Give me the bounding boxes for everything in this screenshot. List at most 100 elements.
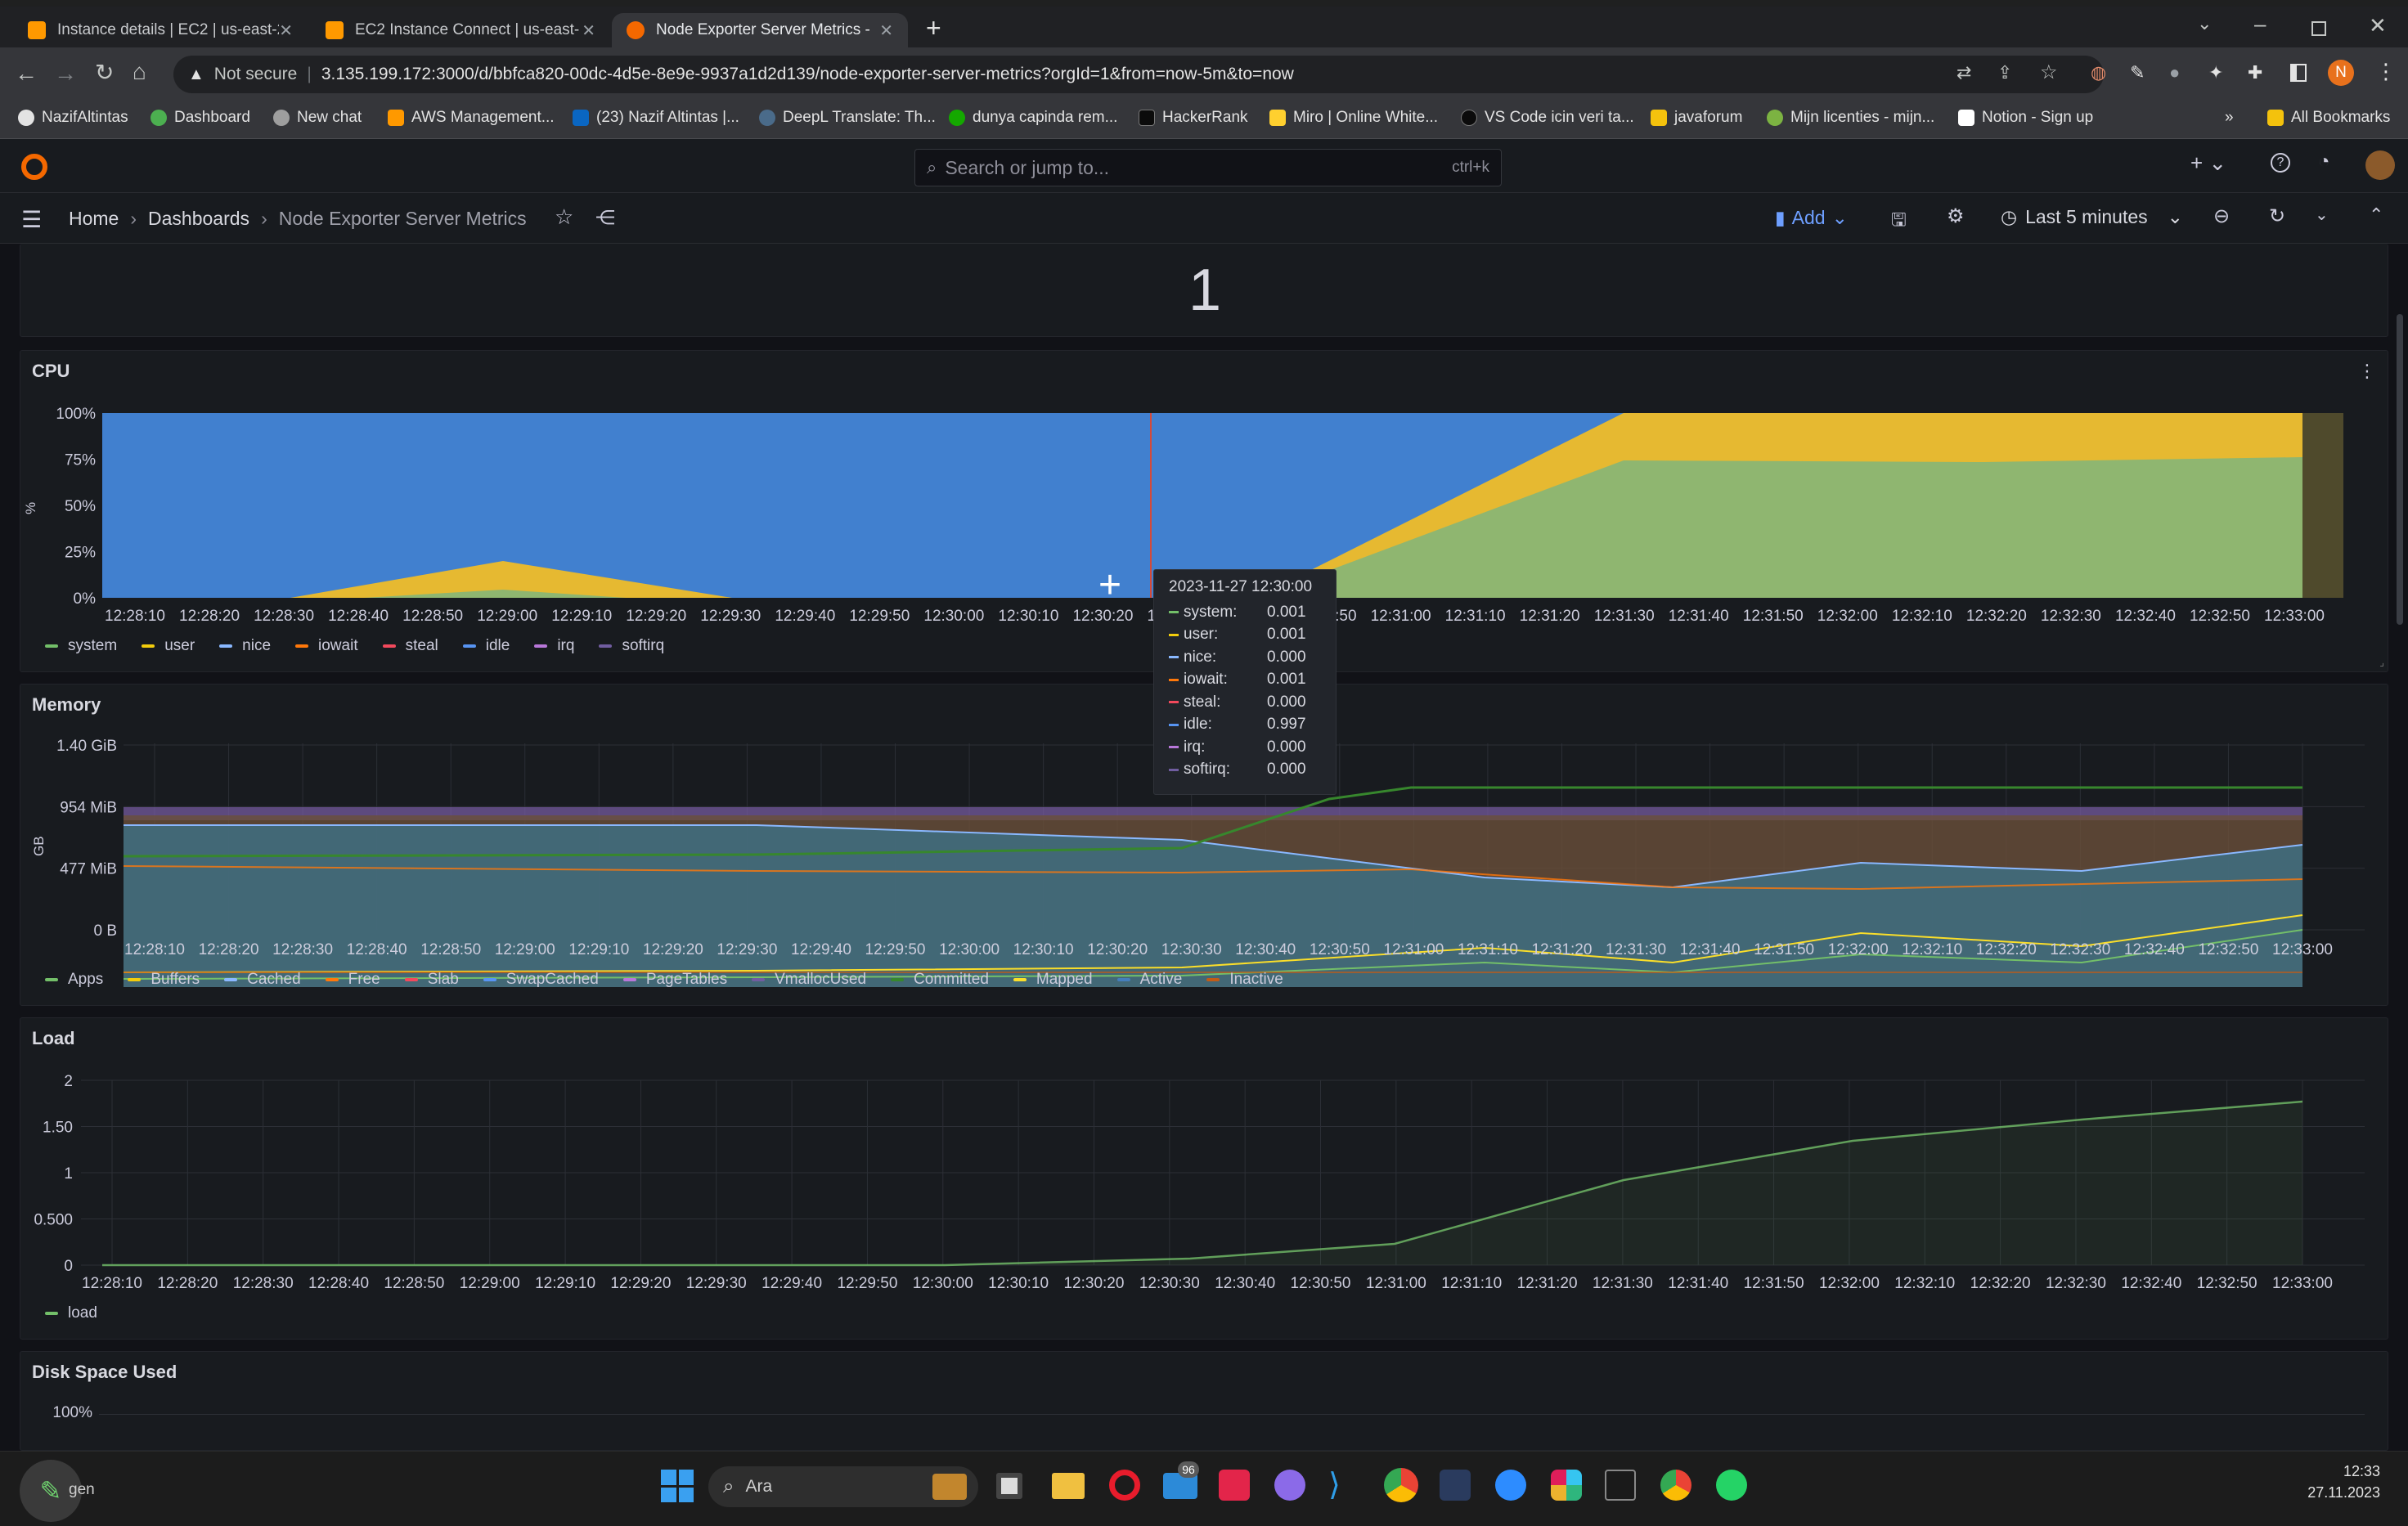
legend-item-load[interactable]: load [45, 1304, 97, 1322]
share-icon[interactable]: ⇪ [1997, 62, 2012, 83]
legend-item-nice[interactable]: nice [219, 637, 271, 655]
browser-tab-ec2-connect[interactable]: EC2 Instance Connect | us-east- ✕ [311, 13, 610, 47]
resize-handle[interactable]: ⌟ [2379, 657, 2384, 668]
task-view-icon[interactable] [996, 1473, 1022, 1499]
bookmark-item[interactable]: VS Code icin veri ta... [1461, 109, 1634, 127]
breadcrumb-dashboards[interactable]: Dashboards [148, 208, 249, 230]
browser-menu-icon[interactable]: ⋮ [2375, 59, 2397, 84]
chrome-profile-icon[interactable] [1660, 1470, 1691, 1501]
legend-item-system[interactable]: system [45, 637, 117, 655]
zoom-out-icon[interactable]: ⊖ [2213, 204, 2230, 228]
add-button[interactable]: ▮ Add ⌄ [1775, 207, 1848, 229]
reload-icon[interactable]: ↻ [95, 59, 114, 86]
bookmark-item[interactable]: javaforum [1651, 109, 1742, 127]
clock-time[interactable]: 12:33 [2274, 1463, 2380, 1480]
legend-item-iowait[interactable]: iowait [295, 637, 358, 655]
legend-item-idle[interactable]: idle [462, 637, 510, 655]
search-input[interactable]: ⌕ Search or jump to... ctrl+k [914, 149, 1502, 186]
legend-item-apps[interactable]: Apps [45, 971, 103, 989]
profile-avatar[interactable]: N [2328, 60, 2354, 86]
forward-icon[interactable]: → [54, 61, 77, 87]
eyedropper-icon[interactable]: ✎ [2130, 62, 2145, 83]
refresh-interval-chevron-icon[interactable]: ⌄ [2315, 204, 2329, 225]
bookmark-item[interactable]: DeepL Translate: Th... [759, 109, 936, 127]
slack-icon[interactable] [1551, 1470, 1582, 1501]
breadcrumb-home[interactable]: Home [69, 208, 119, 230]
vscode-icon[interactable]: ⟩ [1328, 1470, 1359, 1501]
add-new-icon[interactable]: + ⌄ [2190, 150, 2226, 176]
legend-item-pagetables[interactable]: PageTables [622, 971, 727, 989]
back-icon[interactable]: ← [15, 61, 38, 87]
close-tab-icon[interactable]: ✕ [879, 20, 893, 41]
legend-item-mapped[interactable]: Mapped [1013, 971, 1093, 989]
legend-item-committed[interactable]: Committed [891, 971, 989, 989]
windows-start-icon[interactable] [661, 1470, 694, 1502]
load-chart[interactable]: 21.5010.5000 12:28:10 12:28:20 12:28:30 12:… [20, 1018, 2389, 1340]
bookmark-item[interactable]: New chat [273, 109, 362, 127]
taskbar-search[interactable]: ⌕ Ara [708, 1466, 978, 1507]
disk-panel[interactable]: Disk Space Used 100% [20, 1351, 2388, 1451]
minimize-icon[interactable]: – [2254, 11, 2266, 37]
bookmark-item[interactable]: HackerRank [1139, 109, 1248, 127]
legend-item-steal[interactable]: steal [382, 637, 438, 655]
bookmark-item[interactable]: Dashboard [150, 109, 250, 127]
all-bookmarks[interactable]: All Bookmarks [2267, 109, 2390, 127]
news-feed-icon[interactable]: ◔ [2318, 150, 2330, 173]
browser-tab-grafana[interactable]: Node Exporter Server Metrics - ✕ [612, 13, 908, 47]
more-bookmarks-icon[interactable]: » [2225, 109, 2234, 127]
legend-item-irq[interactable]: irq [534, 637, 574, 655]
copilot-icon[interactable] [1274, 1470, 1305, 1501]
grafana-logo-icon[interactable] [21, 154, 47, 180]
legend-item-active[interactable]: Active [1116, 971, 1182, 989]
save-icon[interactable]: 🖫 [1891, 206, 1907, 237]
bookmark-item[interactable]: Miro | Online White... [1269, 109, 1438, 127]
help-icon[interactable]: ? [2271, 153, 2290, 173]
collapse-chevron-up-icon[interactable]: ⌃ [2369, 204, 2383, 226]
zoom-icon[interactable] [1495, 1470, 1526, 1501]
refresh-icon[interactable]: ↻ [2269, 204, 2285, 228]
legend-item-buffers[interactable]: Buffers [128, 971, 200, 989]
legend-item-slab[interactable]: Slab [404, 971, 459, 989]
favorite-star-icon[interactable]: ☆ [555, 204, 573, 230]
legend-item-user[interactable]: user [142, 637, 195, 655]
menu-icon[interactable]: ☰ [21, 206, 42, 233]
bookmark-item[interactable]: Mijn licenties - mijn... [1767, 109, 1934, 127]
intellij-icon[interactable] [1219, 1470, 1250, 1501]
puzzle-icon[interactable]: ✚ [2248, 62, 2262, 83]
close-window-icon[interactable]: ✕ [2369, 13, 2387, 38]
restore-icon[interactable] [2311, 21, 2326, 36]
stat-panel[interactable]: 1 [20, 244, 2388, 337]
bookmark-item[interactable]: (23) Nazif Altintas |... [573, 109, 739, 127]
legend-item-free[interactable]: Free [325, 971, 380, 989]
datagrip-icon[interactable] [1605, 1470, 1636, 1501]
extension-icon[interactable]: ✦ [2208, 62, 2223, 83]
chrome-icon[interactable] [1384, 1468, 1418, 1502]
page-scrollbar[interactable] [2397, 314, 2403, 625]
home-icon[interactable]: ⌂ [133, 59, 146, 85]
opera-icon[interactable] [1109, 1470, 1140, 1501]
browser-tab-ec2-instance[interactable]: Instance details | EC2 | us-east-2 ✕ [13, 13, 308, 47]
extension-icon[interactable]: ◍ [2091, 62, 2106, 83]
bookmark-item[interactable]: dunya capinda rem... [949, 109, 1117, 127]
url-bar[interactable]: ▲ Not secure | 3.135.199.172:3000/d/bbfc… [173, 56, 2104, 93]
whatsapp-icon[interactable] [1716, 1470, 1747, 1501]
clock-date[interactable]: 27.11.2023 [2274, 1484, 2380, 1501]
settings-gear-icon[interactable]: ⚙ [1947, 204, 1965, 228]
bookmark-star-icon[interactable]: ☆ [2040, 61, 2058, 84]
translate-icon[interactable]: ⇄ [1956, 62, 1971, 83]
sidepanel-icon[interactable] [2290, 64, 2307, 82]
close-tab-icon[interactable]: ✕ [582, 20, 595, 41]
new-tab-icon[interactable]: + [926, 13, 941, 43]
terminal-icon[interactable] [1440, 1470, 1471, 1501]
bookmark-item[interactable]: Notion - Sign up [1958, 109, 2093, 127]
tab-search-chevron-icon[interactable]: ⌄ [2197, 13, 2212, 34]
bookmark-item[interactable]: NazifAltintas [18, 109, 128, 127]
extension-icon[interactable]: ● [2169, 62, 2180, 83]
share-icon[interactable]: ⋲ [595, 206, 615, 230]
time-range-picker[interactable]: ◷ Last 5 minutes ⌄ [2001, 206, 2183, 228]
bookmark-item[interactable]: AWS Management... [388, 109, 555, 127]
legend-item-cached[interactable]: Cached [224, 971, 301, 989]
legend-item-swapcached[interactable]: SwapCached [483, 971, 599, 989]
user-avatar[interactable] [2365, 150, 2395, 180]
close-tab-icon[interactable]: ✕ [279, 20, 293, 41]
